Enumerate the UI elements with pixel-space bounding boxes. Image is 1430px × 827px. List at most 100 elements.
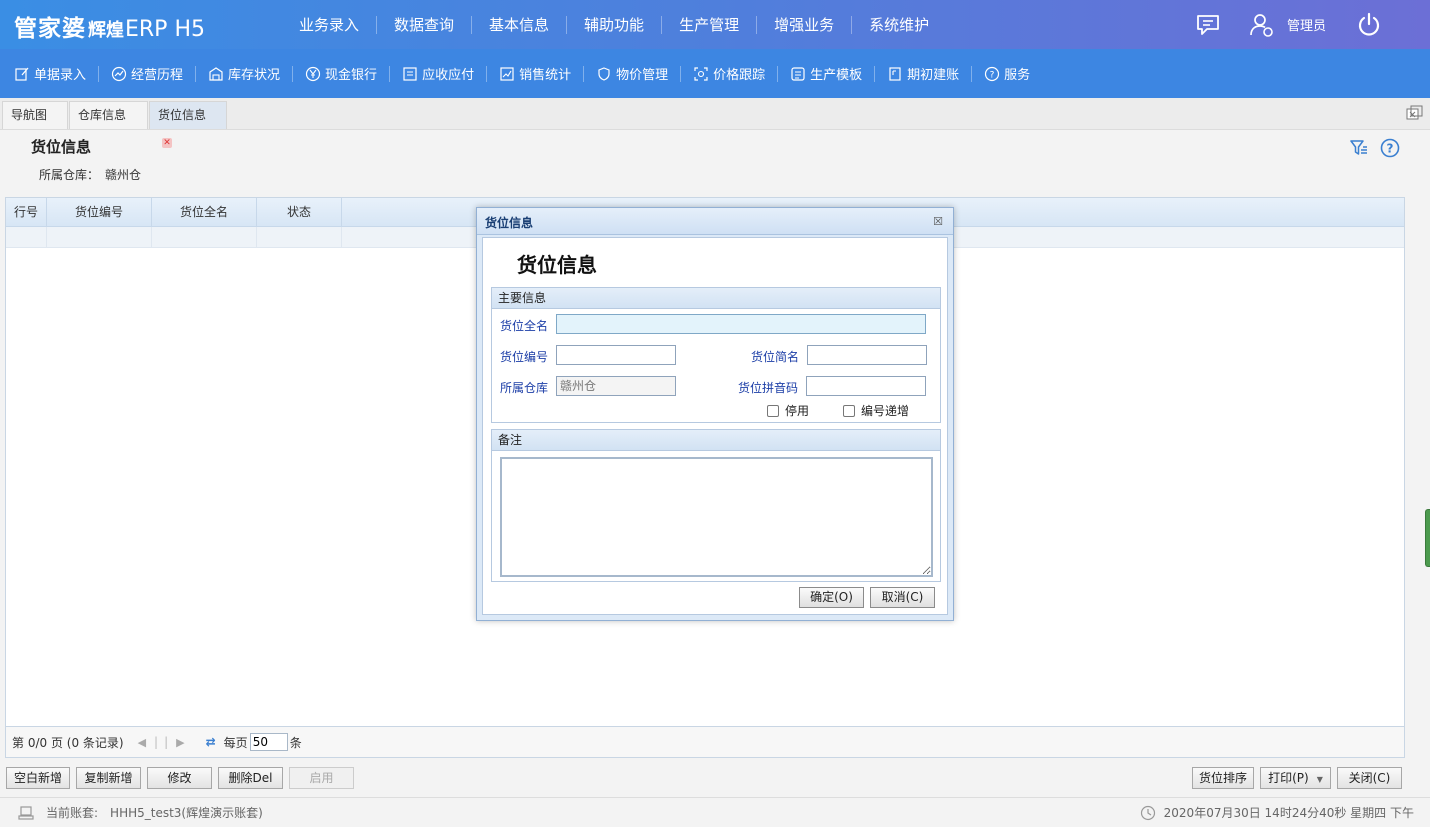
svg-text:?: ? — [990, 70, 995, 80]
top-nav-item-basic-info[interactable]: 基本信息 — [471, 15, 566, 34]
pager-summary: 第 0/0 页 (0 条记录) — [12, 735, 124, 750]
logo-main: 管家婆 — [14, 16, 86, 42]
yen-icon — [305, 66, 321, 81]
clock-icon — [1140, 805, 1155, 820]
tab-warehouse-info[interactable]: 仓库信息 — [69, 101, 148, 129]
tab-location-info[interactable]: 货位信息✕ — [149, 101, 227, 148]
blank-new-button[interactable]: 空白新增 — [6, 767, 70, 789]
filter-icon[interactable] — [1350, 139, 1368, 157]
top-header: 管家婆 辉煌 ERP H5 业务录入 数据查询 基本信息 辅助功能 生产管理 增… — [0, 0, 1430, 49]
checkbox-box[interactable] — [843, 404, 855, 417]
column-header-location-code[interactable]: 货位编号 — [47, 198, 152, 226]
per-page-label: 每页 — [223, 735, 248, 750]
toolbar-item-document-entry[interactable]: 单据录入 — [14, 65, 100, 83]
account-value: HHH5_test3(辉煌演示账套) — [110, 806, 263, 820]
dialog-window-title: 货位信息 — [485, 216, 534, 230]
shortname-label: 货位简名 — [751, 350, 800, 364]
top-nav-item-production[interactable]: 生产管理 — [661, 15, 756, 34]
toolbar-item-inventory-status[interactable]: 库存状况 — [208, 65, 294, 83]
sort-location-button[interactable]: 货位排序 — [1192, 767, 1254, 789]
fullname-input[interactable] — [556, 314, 926, 334]
top-nav-item-enhanced[interactable]: 增强业务 — [756, 15, 851, 34]
dialog-body: 货位信息 主要信息 货位全名 货位编号 货位简名 所属仓库 赣州仓 货位拼音码 … — [482, 237, 948, 615]
disabled-checkbox-label: 停用 — [785, 404, 810, 418]
next-page-icon[interactable]: ▶ — [176, 736, 184, 749]
book-icon — [889, 66, 901, 81]
logo-erp: ERP H5 — [125, 17, 205, 42]
cancel-button[interactable]: 取消(C) — [870, 587, 935, 608]
column-header-row-number[interactable]: 行号 — [6, 198, 47, 226]
prev-page-icon[interactable]: ◀ — [138, 736, 146, 749]
ledger-icon — [403, 66, 417, 81]
toolbar-item-opening-account[interactable]: 期初建账 — [887, 65, 973, 83]
power-icon[interactable] — [1356, 12, 1382, 38]
warehouse-field[interactable]: 赣州仓 — [556, 376, 676, 396]
pinyin-input[interactable] — [806, 376, 926, 396]
toolbar-item-sales-stats[interactable]: 销售统计 — [499, 65, 585, 83]
svg-text:?: ? — [1387, 142, 1394, 156]
disabled-checkbox[interactable]: 停用 — [767, 402, 809, 419]
refresh-icon[interactable]: ⇄ — [206, 735, 216, 749]
modify-button[interactable]: 修改 — [147, 767, 212, 789]
copy-new-button[interactable]: 复制新增 — [76, 767, 141, 789]
code-input[interactable] — [556, 345, 676, 365]
template-icon — [791, 66, 805, 81]
auto-increment-checkbox[interactable]: 编号递增 — [843, 402, 909, 419]
user-menu[interactable]: 管理员 — [1249, 12, 1326, 38]
top-nav-item-aux-functions[interactable]: 辅助功能 — [566, 15, 661, 34]
checkbox-box[interactable] — [767, 404, 779, 417]
side-panel-handle[interactable] — [1425, 509, 1430, 567]
account-icon — [18, 805, 34, 820]
datetime: 2020年07月30日 14时24分40秒 星期四 下午 — [1163, 806, 1414, 820]
user-icon — [1250, 13, 1273, 37]
top-nav-item-business-entry[interactable]: 业务录入 — [282, 16, 376, 34]
code-label: 货位编号 — [500, 350, 549, 364]
column-header-status[interactable]: 状态 — [257, 198, 342, 226]
delete-button[interactable]: 删除Del — [218, 767, 283, 789]
message-icon[interactable] — [1195, 14, 1221, 36]
toolbar-item-price-management[interactable]: 物价管理 — [596, 65, 682, 83]
main-info-section: 主要信息 货位全名 货位编号 货位简名 所属仓库 赣州仓 货位拼音码 停用 编号… — [491, 287, 941, 423]
close-button[interactable]: 关闭(C) — [1337, 767, 1402, 789]
toolbar-item-price-tracking[interactable]: 价格跟踪 — [693, 65, 779, 83]
ok-button[interactable]: 确定(O) — [799, 587, 864, 608]
column-header-location-fullname[interactable]: 货位全名 — [152, 198, 257, 226]
tab-navigation-map[interactable]: 导航图 — [2, 101, 68, 129]
per-page-input[interactable] — [249, 733, 288, 751]
dropdown-caret-icon: ▼ — [1316, 775, 1323, 784]
shield-icon — [598, 66, 610, 81]
memo-section: 备注 — [491, 429, 941, 582]
memo-textarea[interactable] — [500, 457, 933, 577]
location-info-dialog: 货位信息 ☒ 货位信息 主要信息 货位全名 货位编号 货位简名 所属仓库 赣州仓… — [476, 207, 954, 621]
help-circle-icon: ? — [985, 66, 1000, 81]
toolbar-item-business-history[interactable]: 经营历程 — [111, 65, 197, 83]
target-icon — [694, 66, 708, 81]
enable-button[interactable]: 启用 — [289, 767, 354, 789]
trend-icon — [111, 66, 127, 81]
top-nav-item-data-query[interactable]: 数据查询 — [376, 15, 471, 34]
main-info-header: 主要信息 — [492, 288, 940, 309]
memo-header: 备注 — [492, 430, 940, 451]
dialog-titlebar[interactable]: 货位信息 ☒ — [477, 208, 953, 235]
edit-icon — [15, 67, 29, 81]
toolbar-item-cash-bank[interactable]: 现金银行 — [305, 65, 391, 83]
warehouse-info: 所属仓库： 赣州仓 — [39, 166, 147, 183]
warehouse-icon — [209, 66, 223, 81]
tab-close-icon[interactable]: ✕ — [162, 138, 172, 148]
app-logo: 管家婆 辉煌 ERP H5 — [14, 9, 205, 42]
toolbar-item-production-template[interactable]: 生产模板 — [790, 65, 876, 83]
fullname-label: 货位全名 — [500, 319, 549, 333]
tab-strip: 导航图 仓库信息 货位信息✕ — [0, 98, 1430, 148]
toolbar-item-service[interactable]: ? 服务 — [984, 66, 1042, 83]
top-nav-item-system[interactable]: 系统维护 — [851, 15, 946, 34]
restore-window-icon[interactable] — [1406, 105, 1424, 121]
shortname-input[interactable] — [807, 345, 927, 365]
dialog-close-icon[interactable]: ☒ — [933, 215, 943, 228]
logo-sub: 辉煌 — [88, 20, 124, 41]
toolbar-item-receivable-payable[interactable]: 应收应付 — [402, 65, 488, 83]
help-icon[interactable]: ? — [1380, 138, 1400, 158]
print-button[interactable]: 打印(P) ▼ — [1260, 767, 1331, 789]
warehouse-value: 赣州仓 — [105, 168, 142, 182]
user-name: 管理员 — [1286, 19, 1326, 34]
auto-increment-checkbox-label: 编号递增 — [861, 404, 910, 418]
